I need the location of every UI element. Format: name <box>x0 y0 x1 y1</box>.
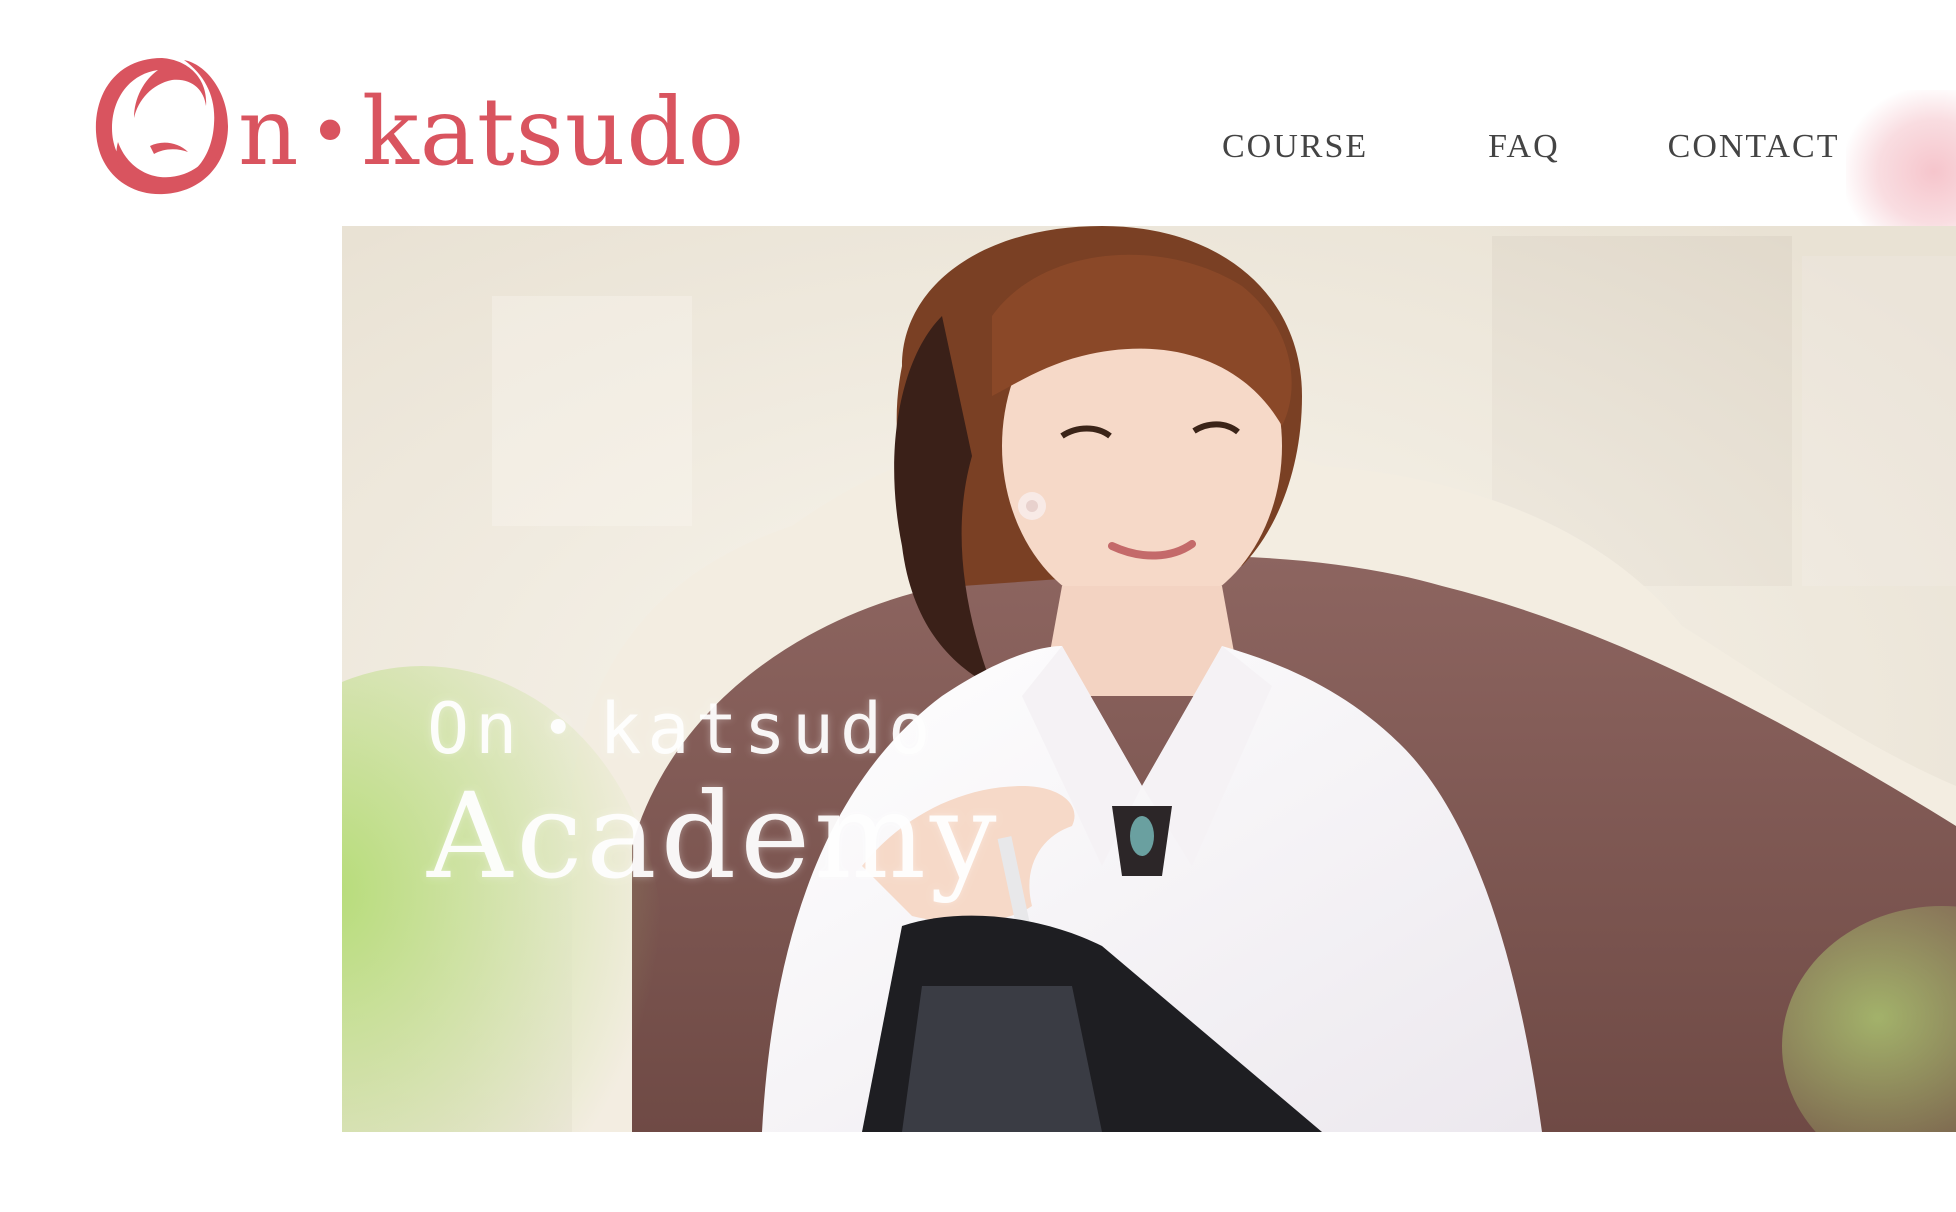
hero-title-line1: On・katsudo <box>427 688 937 770</box>
hero-banner: On・katsudo Academy <box>342 226 1956 1132</box>
nav-link-course[interactable]: COURSE <box>1222 128 1368 166</box>
logo-wordmark: n • katsudo <box>238 78 746 187</box>
hero-title-line2: Academy <box>427 767 1001 905</box>
main-nav: COURSE FAQ CONTACT <box>1222 128 1839 166</box>
hero-title: On・katsudo Academy <box>427 691 1001 902</box>
nav-link-faq[interactable]: FAQ <box>1488 128 1560 166</box>
logo-brush-circle-icon <box>95 58 228 195</box>
site-header: n • katsudo COURSE FAQ CONTACT <box>0 0 1956 226</box>
nav-link-contact[interactable]: CONTACT <box>1668 128 1840 166</box>
portrait-photo-illustration <box>342 226 1956 1132</box>
site-logo[interactable]: n • katsudo <box>88 42 745 202</box>
decorative-flower <box>1846 90 1956 226</box>
